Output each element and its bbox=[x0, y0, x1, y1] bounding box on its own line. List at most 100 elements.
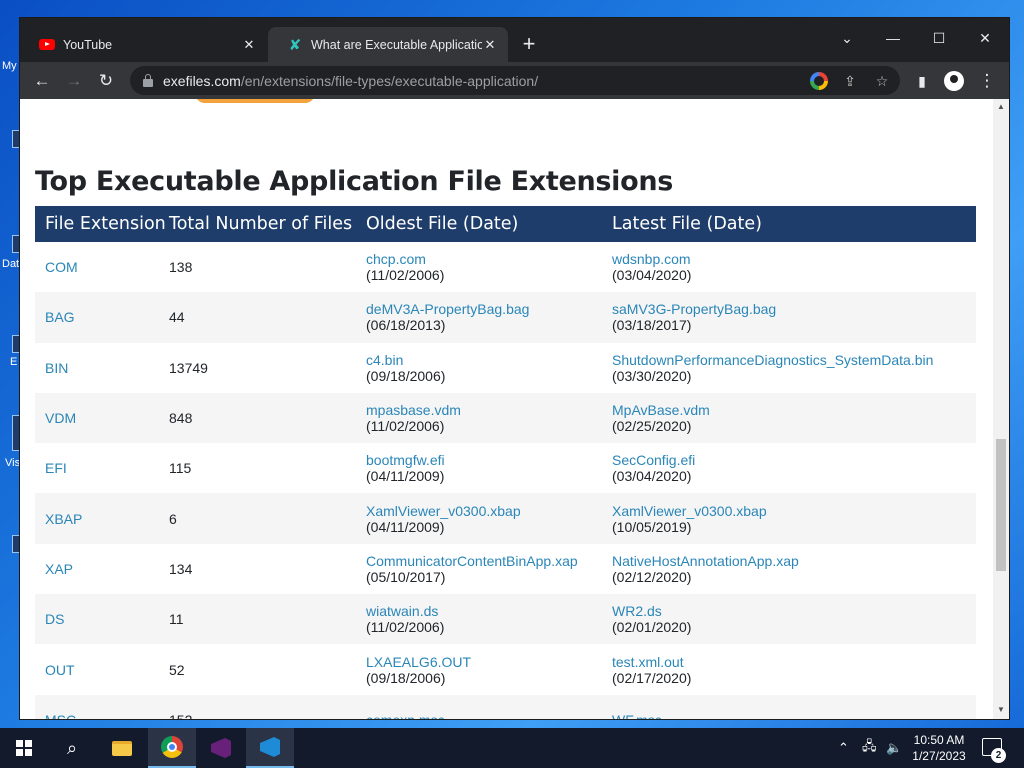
extension-link[interactable]: XBAP bbox=[45, 511, 82, 527]
decorative-arc bbox=[195, 99, 315, 103]
extension-link[interactable]: OUT bbox=[45, 662, 75, 678]
new-tab-button[interactable]: + bbox=[518, 33, 540, 56]
latest-file-link[interactable]: NativeHostAnnotationApp.xap bbox=[612, 553, 976, 569]
extension-link[interactable]: EFI bbox=[45, 460, 67, 476]
close-icon[interactable]: ✕ bbox=[241, 37, 257, 53]
latest-file-link[interactable]: SecConfig.efi bbox=[612, 452, 976, 468]
tab-search-chevron-icon[interactable]: ⌄ bbox=[824, 24, 870, 52]
latest-file-link[interactable]: WF.msc bbox=[612, 712, 976, 719]
oldest-file-link[interactable]: chcp.com bbox=[366, 251, 612, 267]
oldest-file-date: (11/02/2006) bbox=[366, 267, 445, 284]
forward-button[interactable]: → bbox=[60, 67, 88, 95]
table-row: XAP 134 CommunicatorContentBinApp.xap (05/1… bbox=[35, 544, 976, 594]
column-header: Latest File (Date) bbox=[612, 214, 762, 234]
latest-file-date: (02/17/2020) bbox=[612, 669, 692, 686]
search-icon[interactable]: ⌕ bbox=[48, 728, 96, 768]
latest-file-link[interactable]: XamlViewer_v0300.xbap bbox=[612, 503, 976, 519]
volume-icon[interactable]: 🔈 bbox=[886, 728, 902, 768]
tab-title: YouTube bbox=[63, 37, 113, 52]
visual-studio-button[interactable] bbox=[197, 728, 245, 768]
oldest-file-link[interactable]: mpasbase.vdm bbox=[366, 402, 612, 418]
extension-link[interactable]: MSC bbox=[45, 712, 76, 719]
latest-file-date: (10/05/2019) bbox=[612, 518, 692, 535]
extension-link[interactable]: DS bbox=[45, 611, 64, 627]
latest-file-link[interactable]: test.xml.out bbox=[612, 654, 976, 670]
latest-file-date: (03/18/2017) bbox=[612, 317, 692, 334]
youtube-icon bbox=[39, 39, 55, 50]
latest-file-date: (02/25/2020) bbox=[612, 418, 692, 435]
google-lens-icon[interactable] bbox=[810, 72, 828, 90]
show-hidden-icons-chevron-icon[interactable]: ⌃ bbox=[838, 728, 849, 768]
desktop-icon-label: My bbox=[2, 60, 17, 72]
oldest-file-link[interactable]: deMV3A-PropertyBag.bag bbox=[366, 301, 612, 317]
reload-button[interactable]: ↻ bbox=[92, 67, 120, 95]
vertical-scrollbar[interactable]: ▲ ▼ bbox=[993, 99, 1009, 719]
scrollbar-thumb[interactable] bbox=[996, 439, 1006, 571]
table-header: File Extension Total Number of Files Old… bbox=[35, 206, 976, 242]
file-count: 134 bbox=[169, 560, 193, 577]
file-count: 6 bbox=[169, 510, 177, 527]
latest-file-link[interactable]: MpAvBase.vdm bbox=[612, 402, 976, 418]
oldest-file-link[interactable]: LXAEALG6.OUT bbox=[366, 654, 612, 670]
profile-avatar[interactable] bbox=[944, 71, 964, 91]
taskbar: ⌕ ⌃ 🖧 🔈 10:50 AM 1/27/2023 2 bbox=[0, 728, 1024, 768]
desktop-icon-label: Dat bbox=[2, 258, 20, 270]
oldest-file-link[interactable]: c4.bin bbox=[366, 352, 612, 368]
table-row: OUT 52 LXAEALG6.OUT (09/18/2006) test.xml.ou… bbox=[35, 644, 976, 694]
tab-youtube[interactable]: YouTube ✕ bbox=[20, 27, 267, 62]
extensions-table: File Extension Total Number of Files Old… bbox=[35, 206, 976, 719]
column-header: File Extension bbox=[45, 214, 166, 234]
bookmark-star-icon[interactable]: ☆ bbox=[873, 72, 891, 90]
lock-icon[interactable] bbox=[143, 73, 153, 87]
table-row: MSC 152comexp.mscWF.msc bbox=[35, 694, 976, 719]
vscode-taskbar-button[interactable] bbox=[246, 728, 294, 768]
oldest-file-link[interactable]: wiatwain.ds bbox=[366, 603, 612, 619]
system-clock[interactable]: 10:50 AM 1/27/2023 bbox=[906, 732, 972, 764]
oldest-file-link[interactable]: XamlViewer_v0300.xbap bbox=[366, 503, 612, 519]
oldest-file-link[interactable]: comexp.msc bbox=[366, 712, 612, 719]
file-explorer-button[interactable] bbox=[98, 728, 146, 768]
address-bar[interactable]: exefiles.com/en/extensions/file-types/ex… bbox=[130, 66, 900, 95]
latest-file-date: (03/04/2020) bbox=[612, 267, 692, 284]
latest-file-link[interactable]: wdsnbp.com bbox=[612, 251, 976, 267]
table-row: BAG 44 deMV3A-PropertyBag.bag (06/18/2013) s… bbox=[35, 292, 976, 343]
side-panel-icon[interactable]: ▮ bbox=[908, 67, 936, 95]
file-count: 13749 bbox=[169, 359, 208, 376]
notification-count-badge: 2 bbox=[991, 748, 1006, 763]
tab-executable-application[interactable]: ✘ What are Executable Application ✕ bbox=[268, 27, 508, 62]
close-icon[interactable]: ✕ bbox=[482, 37, 498, 53]
close-window-button[interactable]: ✕ bbox=[962, 24, 1008, 52]
browser-toolbar: ← → ↻ exefiles.com/en/extensions/file-ty… bbox=[20, 62, 1009, 99]
oldest-file-date: (06/18/2013) bbox=[366, 317, 446, 334]
share-icon[interactable]: ⇪ bbox=[841, 72, 859, 90]
extension-link[interactable]: VDM bbox=[45, 410, 76, 426]
network-icon[interactable]: 🖧 bbox=[862, 728, 877, 768]
latest-file-link[interactable]: WR2.ds bbox=[612, 603, 976, 619]
tab-strip: YouTube ✕ ✘ What are Executable Applicat… bbox=[20, 18, 1009, 62]
latest-file-link[interactable]: ShutdownPerformanceDiagnostics_SystemDat… bbox=[612, 352, 976, 368]
oldest-file-link[interactable]: CommunicatorContentBinApp.xap bbox=[366, 553, 612, 569]
visual-studio-icon bbox=[211, 738, 231, 758]
latest-file-date: (02/12/2020) bbox=[612, 568, 692, 585]
back-button[interactable]: ← bbox=[28, 67, 56, 95]
extension-link[interactable]: BAG bbox=[45, 309, 75, 325]
page-content: Top Executable Application File Extensio… bbox=[20, 99, 993, 719]
start-button[interactable] bbox=[0, 728, 48, 768]
maximize-button[interactable]: ☐ bbox=[916, 24, 962, 52]
latest-file-link[interactable]: saMV3G-PropertyBag.bag bbox=[612, 301, 976, 317]
extension-link[interactable]: COM bbox=[45, 259, 78, 275]
extension-link[interactable]: BIN bbox=[45, 360, 68, 376]
oldest-file-date: (04/11/2009) bbox=[366, 468, 445, 485]
folder-icon bbox=[112, 740, 132, 756]
scroll-down-arrow-icon[interactable]: ▼ bbox=[997, 705, 1005, 714]
oldest-file-link[interactable]: bootmgfw.efi bbox=[366, 452, 612, 468]
url-text[interactable]: exefiles.com/en/extensions/file-types/ex… bbox=[163, 73, 538, 89]
oldest-file-date: (09/18/2006) bbox=[366, 669, 446, 686]
clock-time: 10:50 AM bbox=[913, 733, 965, 747]
chrome-taskbar-button[interactable] bbox=[148, 728, 196, 768]
menu-icon[interactable]: ⋮ bbox=[973, 67, 1001, 95]
exefiles-favicon-icon: ✘ bbox=[288, 35, 302, 54]
extension-link[interactable]: XAP bbox=[45, 561, 73, 577]
scroll-up-arrow-icon[interactable]: ▲ bbox=[997, 102, 1005, 111]
minimize-button[interactable]: — bbox=[870, 24, 916, 52]
